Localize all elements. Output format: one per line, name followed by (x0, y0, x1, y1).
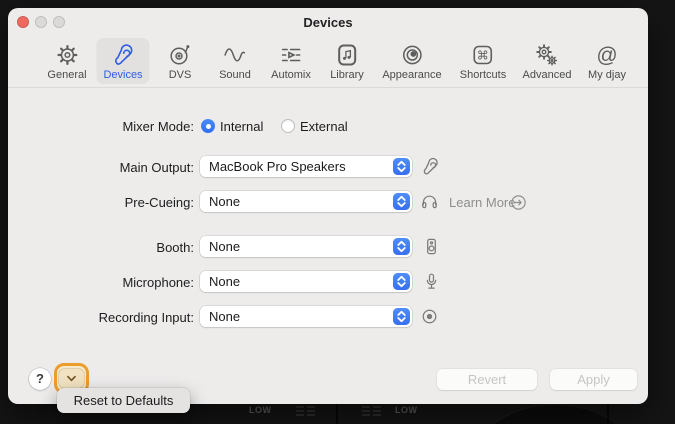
tab-label: Advanced (522, 69, 572, 81)
speaker-horn-icon (423, 157, 438, 175)
appearance-eye-icon (402, 45, 422, 65)
tab-appearance[interactable]: Appearance (375, 38, 448, 84)
stepper-chevrons-icon[interactable] (393, 193, 410, 210)
command-key-icon: ⌘ (473, 45, 493, 65)
tab-label: DVS (168, 69, 192, 81)
tab-label: Library (330, 69, 364, 81)
deck-divider (336, 404, 338, 424)
booth-label: Booth: (156, 240, 194, 255)
eq-lines-icon (296, 406, 315, 416)
tab-label: General (47, 69, 87, 81)
at-sign-icon: @ (596, 44, 617, 67)
recording-input-label: Recording Input: (98, 310, 194, 325)
radio-internal[interactable] (201, 119, 215, 133)
tab-dvs[interactable]: DVS (160, 38, 200, 84)
tab-automix[interactable]: Automix (264, 38, 318, 84)
booth-speaker-icon (427, 238, 436, 255)
recording-input-select[interactable]: None (200, 306, 412, 327)
svg-text:⌘: ⌘ (477, 49, 489, 63)
main-output-select[interactable]: MacBook Pro Speakers (200, 156, 412, 177)
revert-button[interactable]: Revert (437, 369, 537, 390)
tab-devices[interactable]: Devices (96, 38, 150, 84)
tab-label: Devices (103, 69, 143, 81)
tab-shortcuts[interactable]: ⌘ Shortcuts (453, 38, 513, 84)
reset-chevron-button[interactable] (59, 369, 84, 388)
tab-label: Automix (271, 69, 311, 81)
selected-value: None (209, 274, 241, 289)
radio-external[interactable] (281, 119, 295, 133)
double-gear-icon (536, 44, 558, 66)
menu-item-reset-to-defaults[interactable]: Reset to Defaults (57, 388, 190, 413)
selected-value: None (209, 194, 241, 209)
microphone-icon (426, 273, 437, 289)
tab-label: Appearance (382, 69, 442, 81)
chevron-down-icon (67, 375, 76, 382)
booth-select[interactable]: None (200, 236, 412, 257)
tab-label: Sound (219, 69, 251, 81)
pre-cueing-select[interactable]: None (200, 191, 412, 212)
gear-icon (56, 45, 77, 65)
learn-more-link[interactable]: Learn More (449, 195, 515, 210)
turntable-icon (170, 45, 190, 65)
stepper-chevrons-icon[interactable] (393, 273, 410, 290)
preferences-window: Devices General Devices DVS Sound Automi… (8, 8, 648, 404)
window-title: Devices (303, 15, 353, 30)
pre-cueing-label: Pre-Cueing: (124, 195, 194, 210)
eq-low-label: LOW (395, 405, 418, 415)
tab-advanced[interactable]: Advanced (516, 38, 579, 84)
stepper-chevrons-icon[interactable] (393, 308, 410, 325)
tab-my-djay[interactable]: @ My djay (581, 38, 633, 84)
tab-sound[interactable]: Sound (212, 38, 258, 84)
toolbar-divider (8, 87, 648, 88)
radio-external-label: External (300, 119, 348, 134)
main-output-label: Main Output: (119, 160, 194, 175)
microphone-label: Microphone: (122, 275, 194, 290)
selected-value: MacBook Pro Speakers (209, 159, 346, 174)
stepper-chevrons-icon[interactable] (393, 238, 410, 255)
arrow-right-circle-icon[interactable] (511, 195, 526, 210)
music-note-icon (338, 44, 356, 66)
tab-label: My djay (588, 69, 626, 81)
headphones-icon (422, 195, 437, 209)
svg-text:@: @ (596, 44, 617, 67)
radio-internal-label: Internal (220, 119, 264, 134)
selected-value: None (209, 239, 241, 254)
microphone-select[interactable]: None (200, 271, 412, 292)
mixer-mode-label: Mixer Mode: (122, 119, 194, 134)
speaker-horn-icon (114, 44, 132, 65)
apply-button[interactable]: Apply (550, 369, 637, 390)
stepper-chevrons-icon[interactable] (393, 158, 410, 175)
tab-general[interactable]: General (40, 38, 93, 84)
eq-lines-icon (362, 406, 381, 416)
automix-playlist-icon (281, 48, 301, 62)
screen: LOW LOW Devices General Devices DVS Soun… (0, 0, 675, 424)
record-input-icon (422, 309, 437, 324)
tab-label: Shortcuts (459, 69, 507, 81)
jog-wheel-arc (455, 404, 655, 424)
help-button[interactable]: ? (29, 368, 51, 390)
deck-divider (607, 404, 609, 424)
selected-value: None (209, 309, 241, 324)
tab-library[interactable]: Library (323, 38, 371, 84)
sine-wave-icon (224, 48, 246, 62)
eq-low-label: LOW (249, 405, 272, 415)
